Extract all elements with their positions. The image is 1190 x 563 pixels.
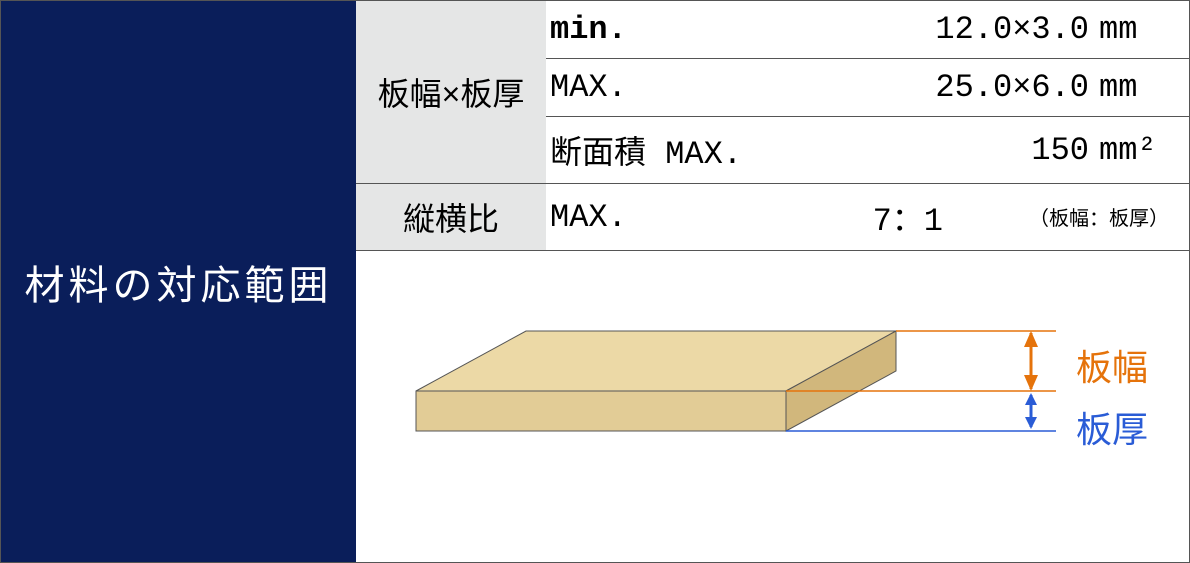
dim-thick-arrow-down <box>1025 417 1037 429</box>
label-thickness: 板厚 <box>1076 401 1148 453</box>
ratio-key: MAX. <box>550 199 820 236</box>
max-value: 25.0×6.0 <box>820 69 1089 106</box>
dim-thick-arrow-up <box>1025 393 1037 405</box>
row-ratio: MAX. 7：1 （板幅：板厚） <box>546 184 1189 251</box>
area-key: 断面積 MAX. <box>550 127 820 173</box>
label-ratio: 縦横比 <box>356 184 546 251</box>
min-unit: mm <box>1089 11 1169 48</box>
min-key: min. <box>550 11 820 48</box>
row-max: MAX. 25.0×6.0 mm <box>546 59 1189 117</box>
dim-width-arrow-up <box>1024 331 1038 347</box>
area-value: 150 <box>820 132 1089 169</box>
title-panel: 材料の対応範囲 <box>1 1 356 562</box>
max-key: MAX. <box>550 69 820 106</box>
dim-width-arrow-down <box>1024 375 1038 391</box>
card-title: 材料の対応範囲 <box>15 253 343 311</box>
min-value: 12.0×3.0 <box>820 11 1089 48</box>
label-dimensions: 板幅×板厚 <box>356 1 546 184</box>
area-unit: mm² <box>1089 132 1169 169</box>
row-area: 断面積 MAX. 150 mm² <box>546 117 1189 184</box>
slab-front-face <box>416 391 786 431</box>
diagram-area: 板幅 板厚 <box>356 251 1189 562</box>
content-panel: 板幅×板厚 min. 12.0×3.0 mm MAX. 25.0×6.0 mm … <box>356 1 1189 562</box>
slab-diagram <box>356 251 1190 531</box>
ratio-note: （板幅：板厚） <box>1023 202 1169 232</box>
row-min: min. 12.0×3.0 mm <box>546 1 1189 59</box>
spec-table: 板幅×板厚 min. 12.0×3.0 mm MAX. 25.0×6.0 mm … <box>356 1 1189 251</box>
label-width: 板幅 <box>1076 339 1148 391</box>
max-unit: mm <box>1089 69 1169 106</box>
ratio-value: 7：1 <box>820 194 943 240</box>
spec-card: 材料の対応範囲 板幅×板厚 min. 12.0×3.0 mm MAX. 25.0… <box>0 0 1190 563</box>
